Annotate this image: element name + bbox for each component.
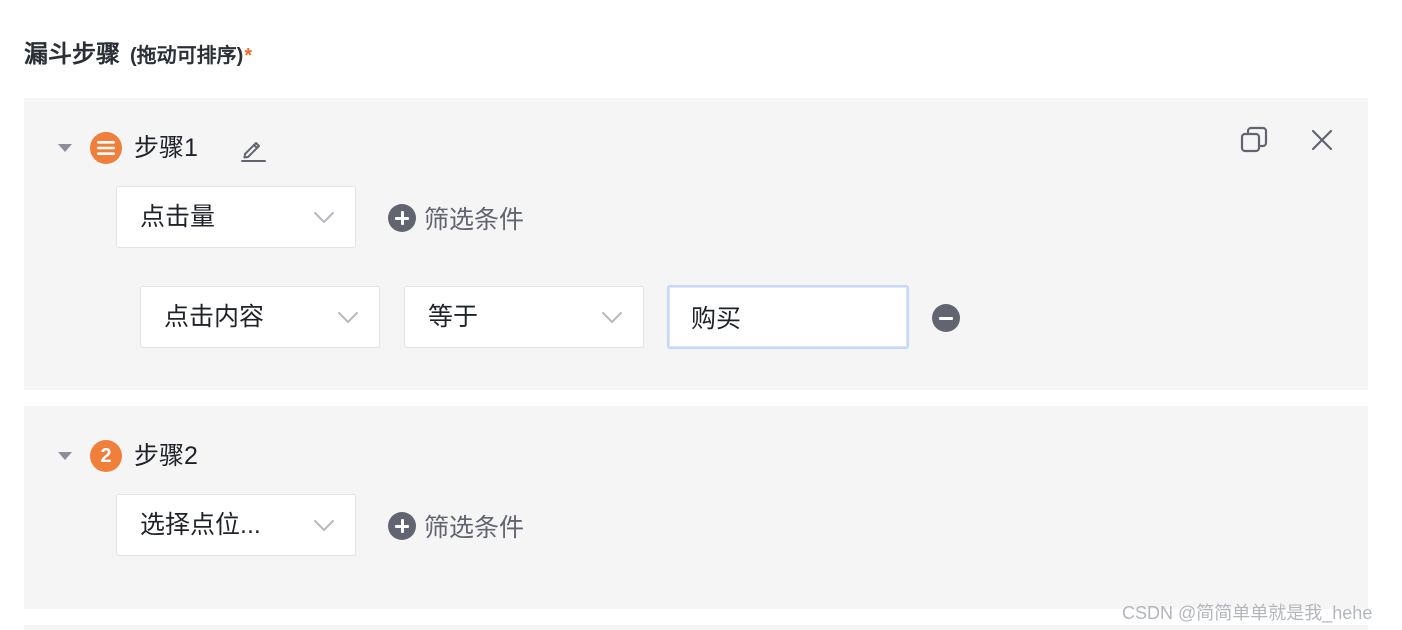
filter-value-input[interactable] xyxy=(667,285,909,349)
plus-circle-icon xyxy=(388,512,416,540)
add-filter-button[interactable]: 筛选条件 xyxy=(388,506,524,546)
step-card-3-partial xyxy=(24,625,1368,630)
metric-select[interactable]: 点击量 xyxy=(116,186,356,248)
remove-filter-minus-circle-icon[interactable] xyxy=(932,304,960,332)
collapse-caret-icon[interactable] xyxy=(58,452,72,460)
close-icon[interactable] xyxy=(1308,126,1336,154)
filter-operator-select[interactable]: 等于 xyxy=(404,286,644,348)
copy-icon[interactable] xyxy=(1238,124,1270,156)
drag-handle-menu-icon[interactable] xyxy=(90,132,122,164)
chevron-down-icon xyxy=(314,212,334,223)
section-title-text: 漏斗步骤 xyxy=(24,41,120,68)
add-filter-label: 筛选条件 xyxy=(424,514,525,542)
add-filter-button[interactable]: 筛选条件 xyxy=(388,198,524,238)
chevron-down-icon xyxy=(338,312,358,323)
step-name: 步骤1 xyxy=(134,134,198,162)
step-card-1: 步骤1 点击量 筛选条件 点击内容 等于 xyxy=(24,98,1368,390)
watermark: CSDN @简简单单就是我_hehe xyxy=(1122,603,1373,623)
edit-pencil-icon[interactable] xyxy=(238,134,268,164)
metric-select-value: 点击量 xyxy=(140,203,216,231)
chevron-down-icon xyxy=(314,520,334,531)
chevron-down-icon xyxy=(602,312,622,323)
step-number-badge[interactable]: 2 xyxy=(90,440,122,472)
step-card-2: 2 步骤2 选择点位... 筛选条件 xyxy=(24,406,1368,609)
section-title-hint: (拖动可排序) xyxy=(130,45,244,67)
collapse-caret-icon[interactable] xyxy=(58,144,72,152)
step-name: 步骤2 xyxy=(134,442,198,470)
section-title: 漏斗步骤 (拖动可排序) * xyxy=(24,34,252,70)
plus-circle-icon xyxy=(388,204,416,232)
required-mark: * xyxy=(244,45,253,67)
filter-field-select[interactable]: 点击内容 xyxy=(140,286,380,348)
metric-select-value: 选择点位... xyxy=(140,511,261,539)
step-number: 2 xyxy=(100,445,112,467)
filter-field-value: 点击内容 xyxy=(164,303,265,331)
filter-operator-value: 等于 xyxy=(428,303,479,331)
metric-select[interactable]: 选择点位... xyxy=(116,494,356,556)
add-filter-label: 筛选条件 xyxy=(424,206,525,234)
